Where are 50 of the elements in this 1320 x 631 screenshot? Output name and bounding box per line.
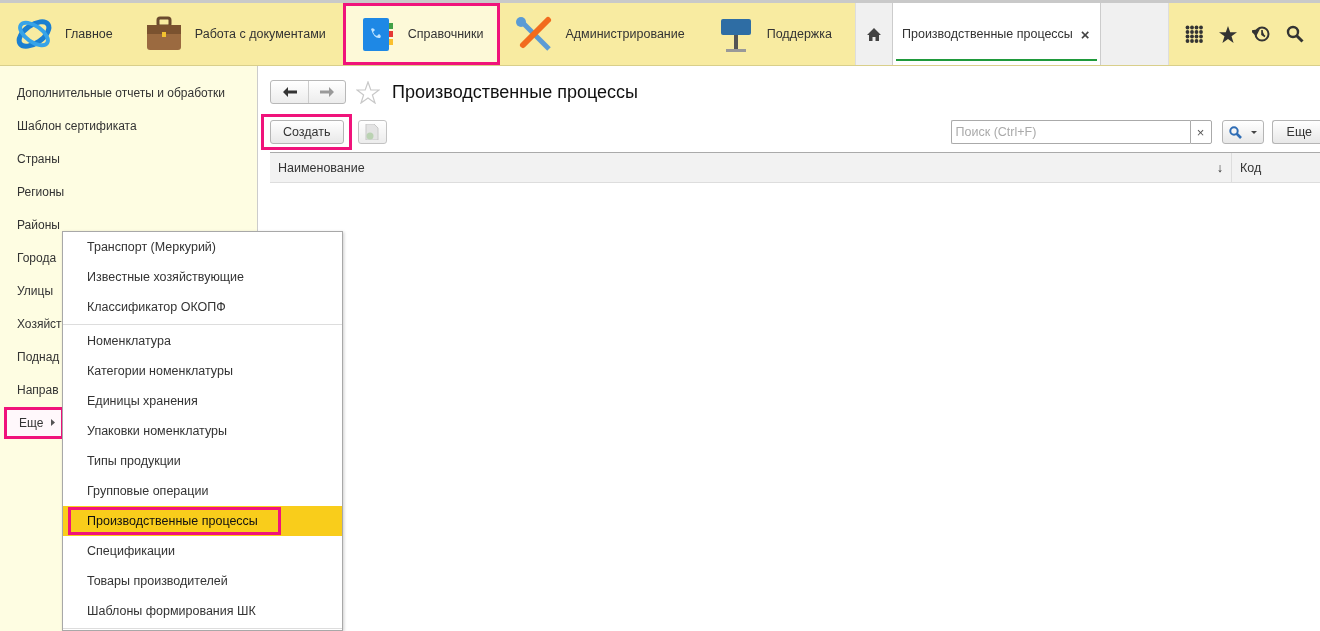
briefcase-icon <box>144 15 183 53</box>
home-icon <box>867 27 881 41</box>
menu-item[interactable]: Шаблоны формирования ШК <box>63 596 342 626</box>
sort-arrow: ↓ <box>1216 160 1223 175</box>
sidebar-item[interactable]: Шаблон сертификата <box>0 109 257 142</box>
column-header[interactable]: Наименование <box>278 160 365 175</box>
star-outline-icon <box>356 80 380 104</box>
document-add-icon <box>365 124 379 140</box>
menu-item[interactable]: Номенклатура <box>63 326 342 356</box>
section-tab[interactable]: Работа с документами <box>129 3 343 65</box>
menu-item[interactable]: Групповые операции <box>63 476 342 506</box>
section-tab[interactable]: Справочники <box>342 3 501 65</box>
more-button[interactable]: Еще <box>1271 120 1320 144</box>
section-tab[interactable]: Поддержка <box>701 3 849 65</box>
history-icon <box>1252 25 1271 43</box>
open-tab[interactable]: Производственные процессы × <box>893 3 1101 65</box>
back-arrow-icon <box>282 87 297 97</box>
menu-item[interactable]: Единицы хранения <box>63 386 342 416</box>
column-header[interactable]: Код <box>1240 160 1262 175</box>
section-tab[interactable]: Главное <box>0 3 130 65</box>
section-tab[interactable]: Администрирование <box>500 3 702 65</box>
menu-item[interactable]: Спецификации <box>63 536 342 566</box>
menu-item[interactable]: Упаковки номенклатуры <box>63 416 342 446</box>
apps-icon <box>1184 25 1203 43</box>
sidebar-item[interactable]: Страны <box>0 142 257 175</box>
menu-item[interactable]: Типы продукции <box>63 446 342 476</box>
clear-button[interactable]: × <box>1189 120 1212 144</box>
caret-icon <box>1250 130 1257 134</box>
caret-icon <box>51 419 56 426</box>
more-link[interactable]: Еще <box>4 406 65 439</box>
search-button[interactable] <box>1221 120 1264 144</box>
navigation-buttons[interactable] <box>270 80 346 104</box>
search-icon <box>1286 25 1305 43</box>
sidebar-item[interactable]: Регионы <box>0 175 257 208</box>
page-title: Производственные процессы <box>392 81 638 103</box>
menu-item[interactable]: Классификатор ОКОПФ <box>63 292 342 322</box>
menu-item[interactable]: Категории номенклатуры <box>63 356 342 386</box>
create-button[interactable]: Создать <box>270 120 344 144</box>
menu-item[interactable]: Производственные процессы <box>63 506 342 536</box>
forward-arrow-icon <box>320 87 334 97</box>
search-field[interactable]: Поиск (Ctrl+F) <box>950 120 1190 144</box>
close-button[interactable]: × <box>1080 25 1090 43</box>
search-icon <box>1228 125 1242 139</box>
menu-item[interactable]: Транспорт (Меркурий) <box>63 232 342 262</box>
tab-title: Производственные процессы <box>902 27 1073 41</box>
menu-item[interactable]: Известные хозяйствующие <box>63 262 342 292</box>
menu-item[interactable]: Товары производителей <box>63 566 342 596</box>
sidebar-item[interactable]: Дополнительные отчеты и обработки <box>0 76 257 109</box>
star-icon <box>1218 25 1237 43</box>
tools-icon <box>515 15 554 53</box>
